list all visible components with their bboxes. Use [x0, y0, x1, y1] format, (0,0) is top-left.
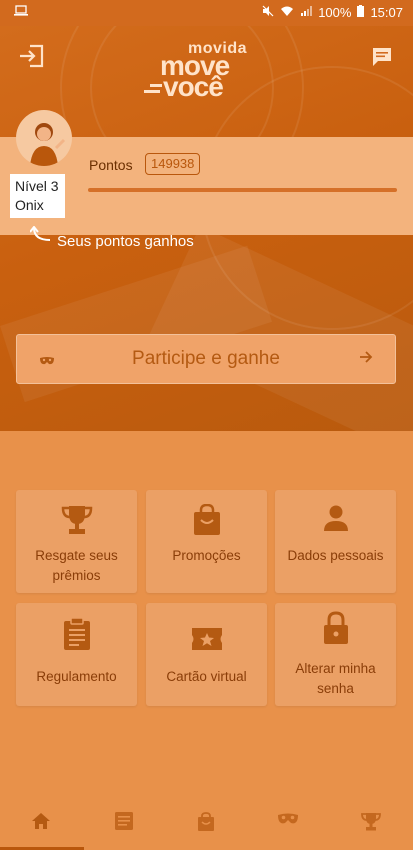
wifi-icon: [280, 5, 294, 20]
shopping-bag-icon: [197, 812, 215, 836]
tile-change-password[interactable]: Alterar minha senha: [275, 603, 396, 706]
tile-label: Cartão virtual: [166, 669, 247, 684]
clock: 15:07: [370, 5, 403, 20]
home-icon: [31, 812, 51, 836]
battery-percent: 100%: [318, 5, 352, 20]
lock-icon: [275, 611, 396, 645]
points-value-badge: 149938: [145, 153, 201, 175]
nav-participate[interactable]: [268, 812, 308, 836]
arrow-right-icon: [359, 350, 373, 369]
points-label: Pontos: [89, 157, 133, 173]
tile-rewards[interactable]: Resgate seus prêmios: [16, 490, 137, 593]
tile-label: Dados pessoais: [287, 548, 384, 563]
tile-label: Promoções: [172, 548, 241, 563]
tile-label: Alterar minha senha: [295, 661, 376, 696]
tile-rules[interactable]: Regulamento: [16, 603, 137, 706]
mute-icon: [262, 5, 274, 20]
level-name: Onix: [15, 197, 44, 213]
signal-icon: [300, 5, 313, 20]
trophy-icon: [360, 812, 382, 836]
level-box: Nível 3 Onix: [10, 174, 65, 218]
nav-home[interactable]: [21, 812, 61, 836]
tile-personal-data[interactable]: Dados pessoais: [275, 490, 396, 593]
curved-arrow-icon: [29, 225, 52, 244]
bottom-nav: [0, 800, 413, 850]
laptop-icon: [14, 5, 28, 20]
logout-icon[interactable]: [18, 44, 46, 68]
battery-icon: [357, 5, 365, 20]
level-number: Nível 3: [15, 178, 59, 194]
tile-label: Resgate seus prêmios: [35, 548, 118, 583]
tile-promotions[interactable]: Promoções: [146, 490, 267, 593]
nav-promotions[interactable]: [186, 812, 226, 836]
tile-virtual-card[interactable]: Cartão virtual: [146, 603, 267, 706]
person-icon: [275, 504, 396, 532]
movida-logo: movida move você: [144, 40, 268, 101]
nav-rewards[interactable]: [351, 812, 391, 836]
chat-icon[interactable]: [371, 46, 393, 68]
points-hint: Seus pontos ganhos: [57, 233, 194, 250]
participate-label: Participe e ganhe: [132, 348, 280, 369]
tile-label: Regulamento: [36, 669, 117, 684]
points-progress-bar: [88, 188, 397, 192]
ticket-star-icon: [146, 627, 267, 651]
trophy-icon: [16, 504, 137, 536]
participate-button[interactable]: Participe e ganhe: [16, 334, 396, 384]
mask-icon: [277, 812, 299, 836]
avatar: [16, 110, 72, 166]
document-icon: [115, 812, 133, 836]
shopping-bag-icon: [146, 504, 267, 536]
clipboard-icon: [16, 617, 137, 651]
status-bar: 100% 15:07: [0, 0, 413, 26]
nav-rules[interactable]: [104, 812, 144, 836]
